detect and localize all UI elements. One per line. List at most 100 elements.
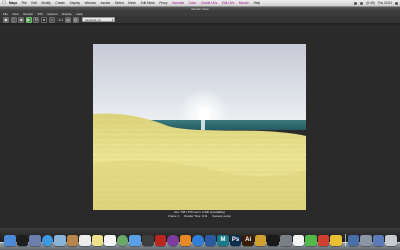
display-rgb-button[interactable]: ● — [40, 16, 47, 23]
dock-terminal-icon[interactable] — [267, 234, 279, 246]
menu-edit-mesh[interactable]: Edit Mesh — [141, 1, 155, 5]
dock-illustrator-icon[interactable]: Ai — [242, 234, 254, 246]
refresh-icon: ↻ — [34, 16, 39, 22]
rv-menu-help[interactable]: Help — [76, 12, 82, 16]
chevron-down-icon: ▾ — [111, 18, 114, 22]
keep-image-button[interactable]: ▤ — [65, 16, 72, 23]
rv-menu-render[interactable]: Render — [23, 12, 33, 16]
illustrator-glyph: Ai — [245, 237, 252, 244]
camera-select-value: camera1 ca — [84, 18, 101, 22]
apple-menu-icon[interactable]:  — [2, 0, 6, 6]
dock-calendar-icon[interactable] — [79, 234, 91, 246]
render-time: Render Time: 0:41 — [184, 213, 208, 218]
sun-core — [198, 108, 210, 120]
menu-maya[interactable]: Maya — [9, 1, 17, 5]
rgb-icon: ● — [42, 16, 46, 22]
dock-notes-icon[interactable] — [91, 234, 104, 246]
ipr-icon: ▶ — [27, 16, 31, 22]
menu-assets[interactable]: Assets — [101, 1, 111, 5]
camera-icon: ◉ — [19, 16, 23, 22]
menu-create-uvs[interactable]: Create UVs — [201, 1, 217, 5]
dock-trash-icon[interactable] — [385, 234, 397, 246]
dock-separator — [344, 234, 346, 246]
rv-menu-file[interactable]: File — [3, 12, 8, 16]
render-area[interactable]: size: 768 x 576 zoom: 0.400 (mentalRay) … — [0, 25, 400, 228]
spotlight-icon[interactable] — [395, 1, 398, 5]
menu-display[interactable]: Display — [70, 1, 80, 5]
render-region-button[interactable]: ▢ — [10, 16, 17, 23]
menu-muscle[interactable]: Muscle — [239, 1, 249, 5]
dock-finder-icon[interactable] — [4, 234, 16, 246]
dock-contacts-icon[interactable] — [66, 234, 79, 246]
dock-reminders-icon[interactable] — [104, 234, 116, 246]
wifi-icon[interactable] — [354, 1, 358, 5]
render-stats: Frame: 1 Render Time: 0:41 Camera: persp — [93, 213, 306, 219]
dock-utility-1-icon[interactable] — [305, 234, 317, 246]
rv-menu-display[interactable]: Display — [62, 12, 72, 16]
clapper-icon: ▣ — [4, 16, 8, 22]
camera-info: Camera: persp — [212, 213, 231, 218]
frame-info: Frame: 1 — [168, 213, 180, 218]
dock-textedit-icon[interactable] — [292, 234, 305, 246]
menu-window[interactable]: Window — [85, 1, 96, 5]
remove-image-button[interactable]: ▥ — [72, 16, 79, 23]
refresh-ipr-button[interactable]: ↻ — [33, 16, 40, 23]
dock-garageband-icon[interactable] — [254, 234, 267, 246]
rv-menu-ipr[interactable]: IPR — [38, 12, 43, 16]
dock-preview-icon[interactable] — [204, 234, 217, 246]
dock-photo-booth-icon[interactable] — [154, 234, 167, 246]
battery-status[interactable]: (0:49) — [366, 1, 374, 5]
menu-mesh[interactable]: Mesh — [128, 1, 136, 5]
ipr-render-button[interactable]: ▶ — [25, 16, 32, 23]
display-alpha-button[interactable]: ○ — [48, 16, 55, 23]
volume-icon[interactable] — [360, 1, 364, 5]
rendered-image[interactable] — [93, 44, 306, 210]
dock-downloads-stack-icon[interactable] — [347, 234, 360, 246]
rv-menu-options[interactable]: Options — [47, 12, 57, 16]
menu-file[interactable]: File — [22, 1, 27, 5]
menu-modify[interactable]: Modify — [41, 1, 50, 5]
dock-safari-icon[interactable] — [41, 234, 54, 246]
dock-dashboard-icon[interactable] — [16, 234, 29, 246]
dock-facetime-icon[interactable] — [142, 234, 154, 246]
render-frame-button[interactable]: ▣ — [3, 16, 9, 23]
zoom-ratio[interactable]: 1:1 — [58, 18, 63, 22]
dock-utility-2-icon[interactable] — [317, 234, 330, 246]
menu-extras: (0:49) Thu 20:51 — [351, 0, 398, 6]
dock-ibooks-icon[interactable] — [179, 234, 192, 246]
clock[interactable]: Thu 20:51 — [378, 1, 392, 5]
menu-edit-uvs[interactable]: Edit UVs — [222, 1, 234, 5]
menu-proxy[interactable]: Proxy — [159, 1, 167, 5]
menu-select[interactable]: Select — [115, 1, 124, 5]
dock-itunes-icon[interactable] — [167, 234, 179, 246]
rendered-landscape — [93, 44, 306, 210]
menu-edit[interactable]: Edit — [31, 1, 37, 5]
maya-glyph: M — [220, 237, 226, 244]
dock-utility-3-icon[interactable] — [330, 234, 342, 246]
rv-menu-view[interactable]: View — [12, 12, 18, 16]
render-toolbar: ▣ ▢ ◉ ▶ ↻ ● ○ 1:1 ▤ ▥ camera1 ca ▾ — [0, 16, 400, 24]
photoshop-glyph: Ps — [231, 237, 240, 244]
dock-maps-icon[interactable] — [116, 234, 129, 246]
menu-create[interactable]: Create — [55, 1, 65, 5]
desktop-screen:  Maya File Edit Modify Create Display W… — [0, 0, 400, 250]
menu-normals[interactable]: Normals — [172, 1, 184, 5]
dock-maya-icon[interactable]: M — [217, 234, 229, 246]
dock-documents-stack-icon[interactable] — [360, 234, 372, 246]
dock-photoshop-icon[interactable]: Ps — [229, 234, 242, 246]
dock-mission-control-icon[interactable] — [29, 234, 41, 246]
camera-select[interactable]: camera1 ca ▾ — [82, 17, 116, 22]
dock-system-preferences-icon[interactable] — [280, 234, 292, 246]
mac-menu-bar:  Maya File Edit Modify Create Display W… — [0, 0, 400, 7]
keep-icon: ▤ — [66, 16, 71, 22]
dock-mail-icon[interactable] — [54, 234, 66, 246]
menu-help[interactable]: Help — [254, 1, 261, 5]
dock: M Ps Ai — [0, 228, 400, 250]
snapshot-button[interactable]: ◉ — [18, 16, 25, 23]
dock-applications-stack-icon[interactable] — [372, 234, 385, 246]
dock-app-store-icon[interactable] — [192, 234, 204, 246]
dock-messages-icon[interactable] — [129, 234, 141, 246]
sun-reflection — [201, 120, 205, 130]
menu-color[interactable]: Color — [189, 1, 197, 5]
alpha-icon: ○ — [50, 16, 53, 22]
